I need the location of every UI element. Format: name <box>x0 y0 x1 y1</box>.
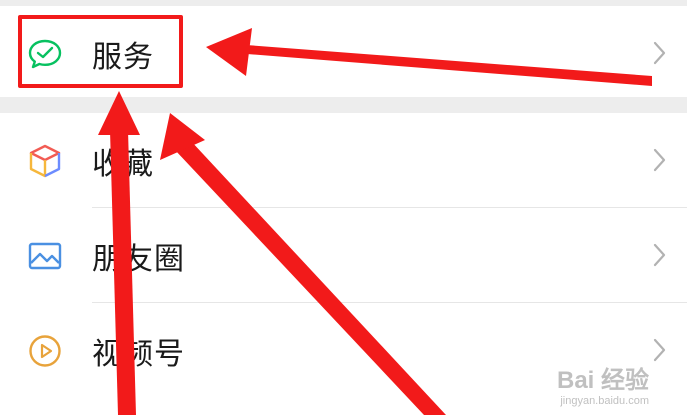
annotation-arrows <box>98 28 652 415</box>
watermark-url: jingyan.baidu.com <box>560 395 649 407</box>
arrow-from-bottom-left <box>98 91 140 415</box>
watermark: Bai 经验 jingyan.baidu.com <box>557 360 649 407</box>
arrow-from-bottom-right <box>160 113 446 415</box>
watermark-logo-text: Bai 经验 <box>556 367 649 394</box>
arrow-from-right <box>206 28 652 86</box>
